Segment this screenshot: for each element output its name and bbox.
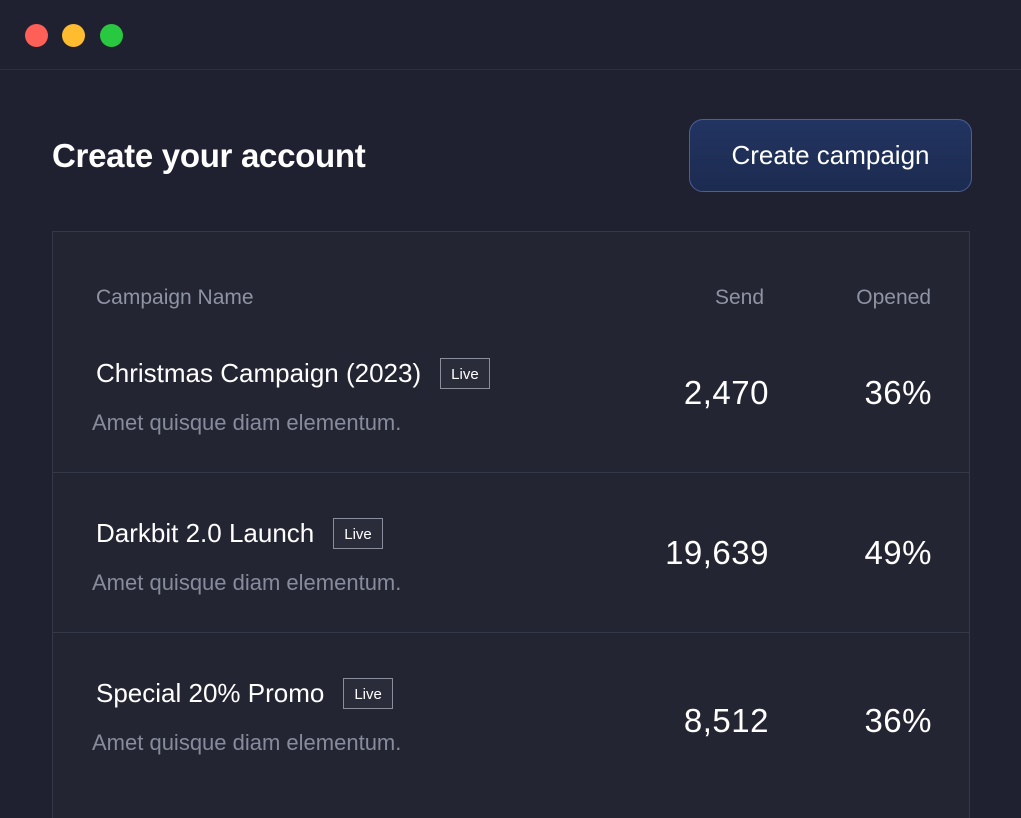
- opened-rate: 49%: [864, 534, 932, 571]
- send-count: 8,512: [683, 702, 769, 739]
- create-campaign-button[interactable]: Create campaign: [689, 119, 972, 192]
- minimize-icon[interactable]: [62, 24, 85, 47]
- zoom-icon[interactable]: [100, 24, 123, 47]
- campaign-name-text: Special 20% Promo: [96, 678, 325, 708]
- status-badge: Live: [333, 518, 383, 549]
- column-header-campaign-name[interactable]: Campaign Name: [96, 286, 254, 310]
- campaign-description: Amet quisque diam elementum.: [92, 410, 402, 435]
- column-header-send[interactable]: Send: [715, 286, 764, 310]
- campaign-table: Campaign Name Send Opened Christmas Camp…: [52, 231, 970, 818]
- campaign-name-text: Christmas Campaign (2023): [96, 358, 422, 388]
- column-header-opened[interactable]: Opened: [856, 286, 931, 310]
- app-window: Create your account Create campaign Camp…: [0, 0, 1021, 818]
- send-count: 2,470: [683, 374, 769, 411]
- table-row[interactable]: Christmas Campaign (2023) Live Amet quis…: [53, 312, 969, 472]
- page-title: Create your account: [52, 137, 366, 174]
- status-badge: Live: [440, 358, 490, 389]
- campaign-description: Amet quisque diam elementum.: [92, 730, 402, 755]
- opened-rate: 36%: [864, 702, 932, 739]
- campaign-name-text: Darkbit 2.0 Launch: [96, 518, 315, 548]
- campaign-name: Special 20% Promo Live: [96, 678, 393, 709]
- close-icon[interactable]: [25, 24, 48, 47]
- opened-rate: 36%: [864, 374, 932, 411]
- table-row[interactable]: Special 20% Promo Live Amet quisque diam…: [53, 632, 969, 793]
- table-row[interactable]: Darkbit 2.0 Launch Live Amet quisque dia…: [53, 472, 969, 633]
- campaign-description: Amet quisque diam elementum.: [92, 570, 402, 595]
- campaign-name: Darkbit 2.0 Launch Live: [96, 518, 383, 549]
- title-bar: [0, 0, 1021, 70]
- send-count: 19,639: [665, 534, 769, 571]
- status-badge: Live: [343, 678, 393, 709]
- campaign-name: Christmas Campaign (2023) Live: [96, 358, 490, 389]
